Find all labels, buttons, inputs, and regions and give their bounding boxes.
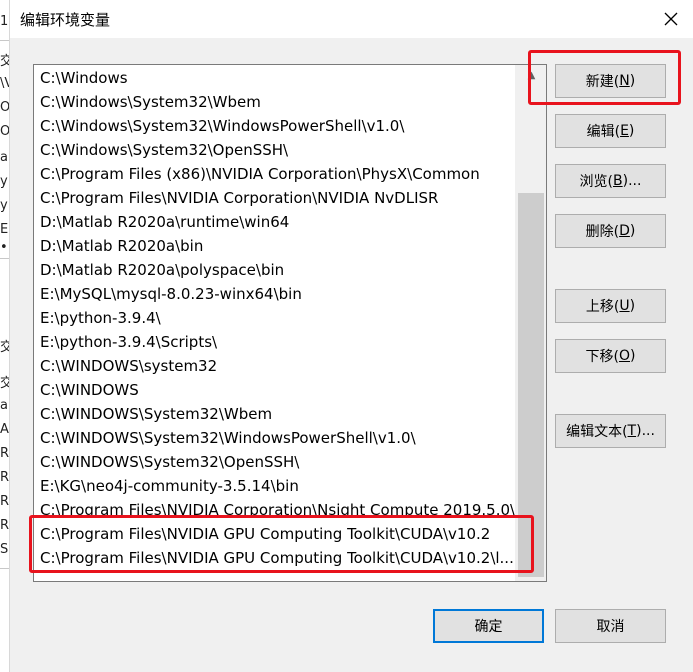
- vertical-scrollbar[interactable]: ▲: [515, 65, 546, 581]
- background-divider: [0, 258, 9, 259]
- background-divider: [0, 40, 9, 41]
- list-item[interactable]: E:\python-3.9.4\Scripts\: [40, 330, 217, 354]
- browse-button-accel: B: [613, 173, 623, 189]
- edit-text-button[interactable]: 编辑文本(T)...: [555, 414, 666, 448]
- list-item[interactable]: C:\Windows\System32\WindowsPowerShell\v1…: [40, 114, 404, 138]
- background-text: \V: [0, 76, 9, 91]
- delete-button-label: 删除(: [585, 224, 620, 240]
- move-up-button[interactable]: 上移(U): [555, 289, 666, 323]
- list-item[interactable]: C:\Windows\System32\Wbem: [40, 90, 261, 114]
- list-item[interactable]: E:\python-3.9.4\: [40, 306, 161, 330]
- edit-env-var-dialog: 编辑环境变量 C:\Windows C:\Windows\System32\Wb…: [10, 0, 693, 672]
- new-button-label: 新建(: [585, 74, 620, 90]
- list-item[interactable]: D:\Matlab R2020a\bin: [40, 234, 203, 258]
- browse-button-tail: )...: [622, 173, 642, 189]
- scrollbar-thumb[interactable]: [518, 193, 544, 577]
- edit-text-button-accel: T: [627, 423, 637, 439]
- background-text: A: [0, 422, 9, 437]
- new-button-accel: N: [619, 73, 630, 89]
- list-item[interactable]: C:\Windows\System32\OpenSSH\: [40, 138, 288, 162]
- list-item[interactable]: C:\Program Files\NVIDIA Corporation\NVID…: [40, 186, 438, 210]
- background-text: R: [0, 518, 10, 533]
- background-text: a: [0, 150, 8, 165]
- edit-button-label: 编辑(: [586, 124, 621, 140]
- background-text: 交: [0, 336, 9, 355]
- background-text: R: [0, 470, 10, 485]
- move-down-button-tail: ): [630, 348, 636, 364]
- move-down-button[interactable]: 下移(O): [555, 339, 666, 373]
- cancel-button[interactable]: 取消: [555, 609, 666, 643]
- new-button-tail: ): [629, 73, 636, 89]
- title-bar: 编辑环境变量: [10, 0, 693, 38]
- background-text: R: [0, 446, 10, 461]
- list-item[interactable]: C:\WINDOWS\system32: [40, 354, 217, 378]
- close-button[interactable]: [649, 0, 693, 38]
- path-list[interactable]: C:\Windows C:\Windows\System32\Wbem C:\W…: [33, 64, 547, 582]
- move-down-button-accel: O: [618, 348, 631, 364]
- list-item[interactable]: C:\WINDOWS\System32\OpenSSH\: [40, 450, 299, 474]
- background-window-edge: 1 | 交 \V Or Or a y y E • 交 交 a A R R R R…: [0, 0, 10, 672]
- edit-text-button-label: 编辑文本(: [566, 424, 628, 440]
- background-text: Or: [0, 100, 10, 115]
- background-text: a: [0, 398, 8, 413]
- list-item[interactable]: D:\Matlab R2020a\polyspace\bin: [40, 258, 284, 282]
- background-text: E: [0, 222, 9, 237]
- move-up-button-tail: ): [629, 298, 636, 314]
- edit-button[interactable]: 编辑(E): [555, 114, 666, 148]
- list-item[interactable]: C:\Windows: [40, 66, 128, 90]
- browse-button[interactable]: 浏览(B)...: [555, 164, 666, 198]
- background-text: •: [0, 240, 8, 255]
- background-text: y: [0, 198, 8, 213]
- edit-text-button-tail: )...: [636, 423, 655, 439]
- background-text: S: [0, 542, 9, 557]
- list-item[interactable]: D:\Matlab R2020a\runtime\win64: [40, 210, 289, 234]
- edit-button-tail: ): [628, 123, 635, 139]
- delete-button-accel: D: [619, 223, 630, 239]
- browse-button-label: 浏览(: [579, 174, 614, 190]
- list-item[interactable]: C:\Program Files\NVIDIA GPU Computing To…: [40, 546, 514, 570]
- ok-button[interactable]: 确定: [433, 609, 544, 643]
- dialog-title: 编辑环境变量: [20, 11, 111, 29]
- move-down-button-label: 下移(: [585, 349, 619, 365]
- delete-button-tail: ): [629, 223, 636, 239]
- background-text: Or: [0, 124, 10, 139]
- list-item[interactable]: E:\MySQL\mysql-8.0.23-winx64\bin: [40, 282, 302, 306]
- list-item[interactable]: C:\Program Files\NVIDIA GPU Computing To…: [40, 522, 490, 546]
- list-item[interactable]: C:\WINDOWS: [40, 378, 139, 402]
- scroll-up-arrow-icon[interactable]: ▲: [516, 65, 546, 85]
- move-up-button-label: 上移(: [585, 299, 620, 315]
- background-text: 交: [0, 50, 9, 69]
- list-item[interactable]: C:\Program Files (x86)\NVIDIA Corporatio…: [40, 162, 480, 186]
- move-up-button-accel: U: [619, 298, 630, 314]
- background-divider: [0, 568, 9, 569]
- background-text: R: [0, 494, 10, 509]
- close-icon: [664, 12, 678, 26]
- background-text: y: [0, 174, 8, 189]
- list-item[interactable]: C:\WINDOWS\System32\Wbem: [40, 402, 272, 426]
- delete-button[interactable]: 删除(D): [555, 214, 666, 248]
- list-item[interactable]: C:\Program Files\NVIDIA Corporation\Nsig…: [40, 498, 515, 522]
- list-item[interactable]: C:\WINDOWS\System32\WindowsPowerShell\v1…: [40, 426, 416, 450]
- edit-button-accel: E: [620, 123, 629, 139]
- background-text: 1 |: [0, 14, 9, 29]
- background-text: 交: [0, 372, 9, 391]
- list-item[interactable]: E:\KG\neo4j-community-3.5.14\bin: [40, 474, 299, 498]
- new-button[interactable]: 新建(N): [555, 64, 666, 98]
